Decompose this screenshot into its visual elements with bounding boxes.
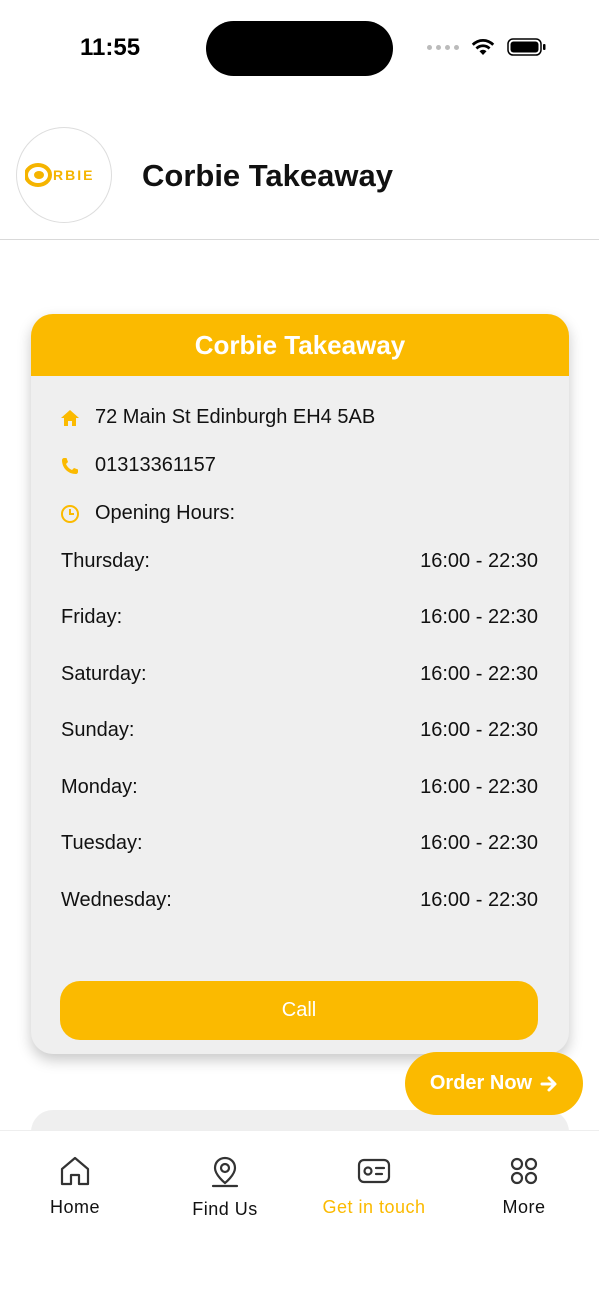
- wifi-icon: [471, 39, 495, 55]
- address-text: 72 Main St Edinburgh EH4 5AB: [95, 406, 376, 428]
- contact-card-icon: [357, 1158, 391, 1184]
- battery-icon: [507, 38, 546, 56]
- phone-text: 01313361157: [95, 454, 216, 476]
- svg-text:RBIE: RBIE: [53, 167, 94, 183]
- hours-row: Monday: 16:00 - 22:30: [61, 776, 538, 799]
- hours-row: Tuesday: 16:00 - 22:30: [61, 832, 538, 855]
- hours-row: Thursday: 16:00 - 22:30: [61, 550, 538, 573]
- brand-logo: RBIE: [16, 127, 112, 223]
- grid-icon: [510, 1157, 538, 1185]
- order-now-button[interactable]: Order Now: [405, 1052, 583, 1115]
- tab-label: More: [502, 1197, 546, 1217]
- tab-find-us[interactable]: Find Us: [150, 1155, 300, 1220]
- page-title: Corbie Takeaway: [142, 158, 393, 193]
- tab-more[interactable]: More: [449, 1155, 599, 1218]
- day-label: Saturday:: [61, 663, 147, 685]
- tab-label: Find Us: [192, 1199, 258, 1219]
- day-label: Wednesday:: [61, 889, 172, 911]
- corbie-logo-icon: RBIE: [25, 163, 94, 187]
- day-label: Thursday:: [61, 550, 150, 572]
- card-title: Corbie Takeaway: [31, 314, 569, 376]
- time-range: 16:00 - 22:30: [420, 889, 538, 911]
- time-range: 16:00 - 22:30: [420, 606, 538, 628]
- phone-icon: [59, 455, 81, 477]
- tab-label: Home: [49, 1197, 100, 1217]
- hours-row: Friday: 16:00 - 22:30: [61, 606, 538, 629]
- location-pin-icon: [211, 1156, 239, 1188]
- cellular-signal-icon: [427, 44, 459, 50]
- order-now-label: Order Now: [429, 1072, 533, 1094]
- day-label: Sunday:: [61, 719, 135, 741]
- opening-hours-label: Opening Hours:: [95, 502, 236, 524]
- address-row[interactable]: 72 Main St Edinburgh EH4 5AB: [59, 406, 375, 429]
- day-label: Friday:: [61, 606, 123, 628]
- home-icon: [59, 407, 81, 429]
- arrow-right-icon: [540, 1076, 557, 1091]
- opening-hours-row: Opening Hours:: [59, 502, 235, 525]
- status-icons: [427, 38, 547, 56]
- dynamic-island: [206, 21, 393, 76]
- status-time: 11:55: [80, 34, 141, 61]
- time-range: 16:00 - 22:30: [420, 663, 538, 685]
- day-label: Monday:: [61, 776, 138, 798]
- time-range: 16:00 - 22:30: [420, 550, 538, 572]
- restaurant-info-card: Corbie Takeaway 72 Main St Edinburgh EH4…: [31, 314, 569, 1054]
- bottom-tab-bar: Home Find Us Get in touch More: [0, 1130, 599, 1300]
- time-range: 16:00 - 22:30: [420, 776, 538, 798]
- clock-icon: [59, 503, 81, 525]
- tab-home[interactable]: Home: [0, 1155, 150, 1218]
- hours-row: Wednesday: 16:00 - 22:30: [61, 889, 538, 912]
- day-label: Tuesday:: [61, 832, 143, 854]
- call-button[interactable]: Call: [60, 981, 538, 1040]
- tab-label: Get in touch: [322, 1197, 426, 1217]
- hours-row: Sunday: 16:00 - 22:30: [61, 719, 538, 742]
- phone-row[interactable]: 01313361157: [59, 454, 216, 477]
- status-bar: 11:55: [0, 0, 599, 96]
- tab-get-in-touch[interactable]: Get in touch: [299, 1155, 449, 1218]
- time-range: 16:00 - 22:30: [420, 719, 538, 741]
- time-range: 16:00 - 22:30: [420, 832, 538, 854]
- app-header: RBIE Corbie Takeaway: [0, 110, 599, 240]
- home-icon: [60, 1156, 90, 1186]
- hours-row: Saturday: 16:00 - 22:30: [61, 663, 538, 686]
